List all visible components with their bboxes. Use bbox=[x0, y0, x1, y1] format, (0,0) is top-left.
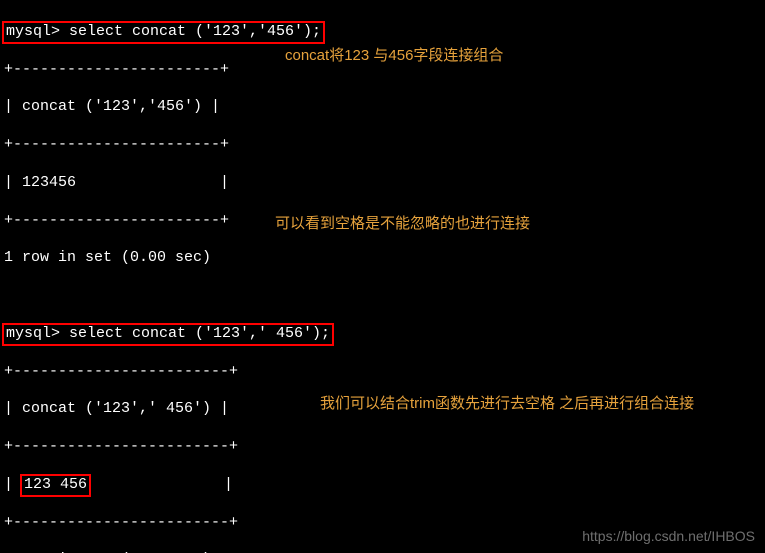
result-value-2-suffix: | bbox=[89, 476, 233, 493]
watermark-text: https://blog.csdn.net/IHBOS bbox=[582, 528, 755, 546]
result-value-2: 123 456 bbox=[24, 476, 87, 493]
highlight-value-2: 123 456 bbox=[20, 474, 91, 497]
sep-line: +------------------------+ bbox=[4, 363, 761, 382]
sep-line: +------------------------+ bbox=[4, 438, 761, 457]
annotation-2: 可以看到空格是不能忽略的也进行连接 bbox=[275, 215, 530, 234]
result-value-1: | 123456 | bbox=[4, 174, 761, 193]
result-header-1: | concat ('123','456') | bbox=[4, 98, 761, 117]
highlight-cmd-1: mysql> select concat ('123','456'); bbox=[2, 21, 325, 44]
annotation-3: 我们可以结合trim函数先进行去空格 之后再进行组合连接 bbox=[320, 395, 694, 414]
prompt-1: mysql> bbox=[6, 23, 69, 40]
highlight-cmd-2: mysql> select concat ('123',' 456'); bbox=[2, 323, 334, 346]
terminal-output: mysql> select concat ('123','456'); +---… bbox=[0, 0, 765, 553]
result-footer-1: 1 row in set (0.00 sec) bbox=[4, 249, 761, 268]
prompt-2: mysql> bbox=[6, 325, 69, 342]
cmd-2: select concat ('123',' 456'); bbox=[69, 325, 330, 342]
sep-line: +-----------------------+ bbox=[4, 136, 761, 155]
cmd-1: select concat ('123','456'); bbox=[69, 23, 321, 40]
annotation-1: concat将123 与456字段连接组合 bbox=[285, 47, 503, 66]
